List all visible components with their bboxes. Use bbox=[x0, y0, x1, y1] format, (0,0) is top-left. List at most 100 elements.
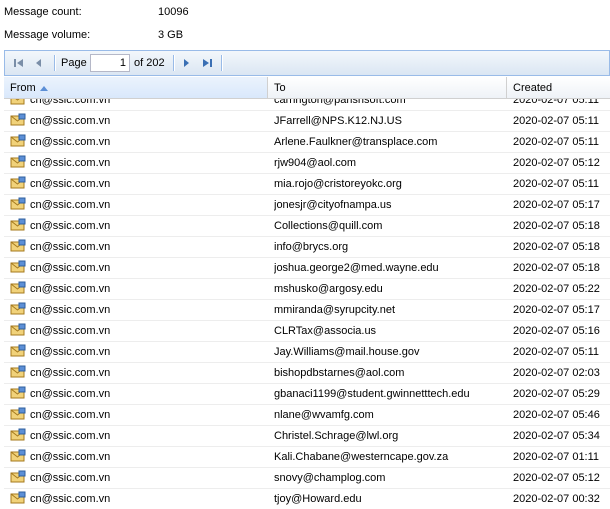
from-cell: cn@ssic.com.vn bbox=[10, 258, 268, 278]
table-row[interactable]: cn@ssic.com.vn tjoy@Howard.edu 2020-02-07 … bbox=[4, 489, 610, 509]
from-cell: cn@ssic.com.vn bbox=[10, 153, 268, 173]
from-address: cn@ssic.com.vn bbox=[30, 493, 111, 505]
to-address: CLRTax@associa.us bbox=[274, 325, 377, 337]
created-date: 2020-02-07 00:32 bbox=[513, 493, 600, 505]
grid-header: From To Created bbox=[4, 77, 610, 99]
table-row[interactable]: cn@ssic.com.vn jonesjr@cityofnampa.us 2020… bbox=[4, 195, 610, 216]
paging-toolbar: Page of 202 bbox=[4, 50, 610, 76]
sort-ascending-icon bbox=[39, 77, 48, 99]
created-date: 2020-02-07 05:17 bbox=[513, 199, 600, 211]
from-address: cn@ssic.com.vn bbox=[30, 199, 111, 211]
table-row[interactable]: cn@ssic.com.vn Collections@quill.com 2020-… bbox=[4, 216, 610, 237]
created-date: 2020-02-07 05:11 bbox=[513, 99, 600, 106]
table-row[interactable]: cn@ssic.com.vn JFarrell@NPS.K12.NJ.US 2020… bbox=[4, 111, 610, 132]
table-row[interactable]: cn@ssic.com.vn rjw904@aol.com 2020-02-07 0… bbox=[4, 153, 610, 174]
created-date: 2020-02-07 05:17 bbox=[513, 304, 600, 316]
mail-message-icon bbox=[10, 134, 26, 148]
from-cell: cn@ssic.com.vn bbox=[10, 405, 268, 425]
table-row[interactable]: cn@ssic.com.vn carrington@parishsoft.com 2… bbox=[4, 99, 610, 111]
from-cell: cn@ssic.com.vn bbox=[10, 447, 268, 467]
message-volume-value: 3 GB bbox=[158, 29, 184, 41]
mail-message-icon bbox=[10, 428, 26, 442]
created-date: 2020-02-07 01:11 bbox=[513, 451, 600, 463]
next-page-icon[interactable] bbox=[178, 55, 194, 71]
message-count-row: Message count: 10096 bbox=[0, 2, 610, 22]
table-row[interactable]: cn@ssic.com.vn Jay.Williams@mail.house.go… bbox=[4, 342, 610, 363]
table-row[interactable]: cn@ssic.com.vn CLRTax@associa.us 2020-02-0… bbox=[4, 321, 610, 342]
from-cell: cn@ssic.com.vn bbox=[10, 363, 268, 383]
from-cell: cn@ssic.com.vn bbox=[10, 426, 268, 446]
page-number-input[interactable] bbox=[90, 54, 130, 72]
from-address: cn@ssic.com.vn bbox=[30, 178, 111, 190]
message-volume-row: Message volume: 3 GB bbox=[0, 25, 610, 45]
from-cell: cn@ssic.com.vn bbox=[10, 468, 268, 488]
to-address: rjw904@aol.com bbox=[274, 157, 357, 169]
message-volume-label: Message volume: bbox=[4, 29, 91, 41]
mail-message-icon bbox=[10, 99, 26, 106]
table-row[interactable]: cn@ssic.com.vn gbanaci1199@student.gwinne… bbox=[4, 384, 610, 405]
created-date: 2020-02-07 05:18 bbox=[513, 241, 600, 253]
mail-message-icon bbox=[10, 260, 26, 274]
table-row[interactable]: cn@ssic.com.vn bishopdbstarnes@aol.com 202… bbox=[4, 363, 610, 384]
previous-page-icon[interactable] bbox=[31, 55, 47, 71]
to-address: tjoy@Howard.edu bbox=[274, 493, 362, 505]
table-row[interactable]: cn@ssic.com.vn mshusko@argosy.edu 2020-02-… bbox=[4, 279, 610, 300]
from-cell: cn@ssic.com.vn bbox=[10, 99, 268, 110]
mail-message-icon bbox=[10, 470, 26, 484]
from-cell: cn@ssic.com.vn bbox=[10, 300, 268, 320]
table-row[interactable]: cn@ssic.com.vn mia.rojo@cristoreyokc.org 2… bbox=[4, 174, 610, 195]
created-date: 2020-02-07 05:29 bbox=[513, 388, 600, 400]
table-row[interactable]: cn@ssic.com.vn info@brycs.org 2020-02-07 0… bbox=[4, 237, 610, 258]
column-header-created-label: Created bbox=[513, 82, 553, 94]
to-address: JFarrell@NPS.K12.NJ.US bbox=[274, 115, 402, 127]
mail-message-icon bbox=[10, 407, 26, 421]
first-page-icon[interactable] bbox=[11, 55, 27, 71]
from-address: cn@ssic.com.vn bbox=[30, 220, 111, 232]
message-rows: cn@ssic.com.vn carrington@parishsoft.com 2… bbox=[4, 99, 610, 509]
table-row[interactable]: cn@ssic.com.vn Arlene.Faulkner@transplace… bbox=[4, 132, 610, 153]
from-address: cn@ssic.com.vn bbox=[30, 472, 111, 484]
to-address: Jay.Williams@mail.house.gov bbox=[274, 346, 420, 358]
message-count-label: Message count: bbox=[4, 6, 82, 18]
to-address: gbanaci1199@student.gwinnetttech.edu bbox=[274, 388, 470, 400]
table-row[interactable]: cn@ssic.com.vn Christel.Schrage@lwl.org 20… bbox=[4, 426, 610, 447]
to-address: mshusko@argosy.edu bbox=[274, 283, 383, 295]
mail-message-icon bbox=[10, 218, 26, 232]
mail-message-icon bbox=[10, 281, 26, 295]
from-address: cn@ssic.com.vn bbox=[30, 430, 111, 442]
to-address: joshua.george2@med.wayne.edu bbox=[274, 262, 439, 274]
created-date: 2020-02-07 05:34 bbox=[513, 430, 600, 442]
mail-message-icon bbox=[10, 155, 26, 169]
from-address: cn@ssic.com.vn bbox=[30, 115, 111, 127]
table-row[interactable]: cn@ssic.com.vn nlane@wvamfg.com 2020-02-07… bbox=[4, 405, 610, 426]
message-grid[interactable]: cn@ssic.com.vn carrington@parishsoft.com 2… bbox=[4, 99, 610, 509]
table-row[interactable]: cn@ssic.com.vn snovy@champlog.com 2020-02-… bbox=[4, 468, 610, 489]
from-address: cn@ssic.com.vn bbox=[30, 99, 111, 106]
mail-message-icon bbox=[10, 323, 26, 337]
table-row[interactable]: cn@ssic.com.vn mmiranda@syrupcity.net 2020… bbox=[4, 300, 610, 321]
last-page-icon[interactable] bbox=[199, 55, 215, 71]
from-address: cn@ssic.com.vn bbox=[30, 409, 111, 421]
from-cell: cn@ssic.com.vn bbox=[10, 342, 268, 362]
from-address: cn@ssic.com.vn bbox=[30, 388, 111, 400]
created-date: 2020-02-07 05:18 bbox=[513, 220, 600, 232]
mail-message-icon bbox=[10, 491, 26, 505]
column-header-created[interactable]: Created bbox=[507, 77, 610, 98]
column-header-to[interactable]: To bbox=[268, 77, 507, 98]
mail-message-icon bbox=[10, 113, 26, 127]
column-header-from[interactable]: From bbox=[4, 77, 268, 98]
from-cell: cn@ssic.com.vn bbox=[10, 237, 268, 257]
table-row[interactable]: cn@ssic.com.vn joshua.george2@med.wayne.e… bbox=[4, 258, 610, 279]
mail-message-icon bbox=[10, 365, 26, 379]
created-date: 2020-02-07 05:11 bbox=[513, 346, 600, 358]
to-address: Collections@quill.com bbox=[274, 220, 383, 232]
to-address: info@brycs.org bbox=[274, 241, 349, 253]
from-address: cn@ssic.com.vn bbox=[30, 136, 111, 148]
created-date: 2020-02-07 05:18 bbox=[513, 262, 600, 274]
table-row[interactable]: cn@ssic.com.vn Kali.Chabane@westerncape.g… bbox=[4, 447, 610, 468]
mail-message-icon bbox=[10, 239, 26, 253]
to-address: mia.rojo@cristoreyokc.org bbox=[274, 178, 402, 190]
mail-message-icon bbox=[10, 386, 26, 400]
to-address: carrington@parishsoft.com bbox=[274, 99, 406, 106]
from-address: cn@ssic.com.vn bbox=[30, 241, 111, 253]
